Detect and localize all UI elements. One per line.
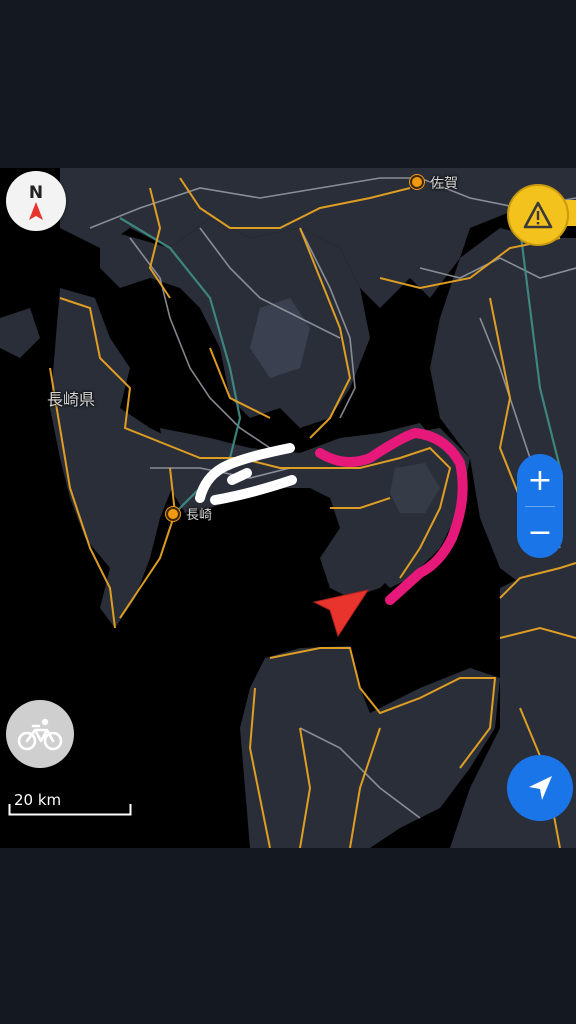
app-screen: 長崎県 長崎 佐賀 N + − 20 km xyxy=(0,0,576,1024)
top-status-area xyxy=(0,0,576,168)
prefecture-label: 長崎県 xyxy=(47,390,96,409)
travel-profile-button[interactable] xyxy=(6,700,74,768)
compass-button[interactable]: N xyxy=(6,171,66,231)
navigation-arrow-icon xyxy=(529,776,552,800)
bicycle-icon xyxy=(17,718,63,751)
land-nishisonogi xyxy=(50,288,180,628)
city-marker-saga xyxy=(410,175,424,189)
my-location-button[interactable] xyxy=(507,755,573,821)
city-label-saga: 佐賀 xyxy=(430,176,458,192)
compass-north-icon xyxy=(29,201,43,220)
warning-triangle-icon xyxy=(523,201,553,229)
current-position-arrow xyxy=(312,589,370,638)
bottom-area xyxy=(0,848,576,1024)
map-canvas[interactable] xyxy=(0,168,576,848)
compass-north-label: N xyxy=(28,182,44,203)
zoom-controls: + − xyxy=(517,454,563,558)
city-marker-nagasaki xyxy=(166,507,180,521)
warning-button[interactable] xyxy=(507,184,569,246)
land-island-small xyxy=(0,308,40,358)
zoom-in-button[interactable]: + xyxy=(517,454,563,506)
zoom-out-button[interactable]: − xyxy=(517,506,563,558)
scale-label: 20 km xyxy=(14,791,62,809)
map-view[interactable]: 長崎県 長崎 佐賀 xyxy=(0,168,576,848)
scale-bar: 20 km xyxy=(8,790,132,816)
land-layer xyxy=(0,168,576,848)
city-label-nagasaki: 長崎 xyxy=(186,508,213,523)
